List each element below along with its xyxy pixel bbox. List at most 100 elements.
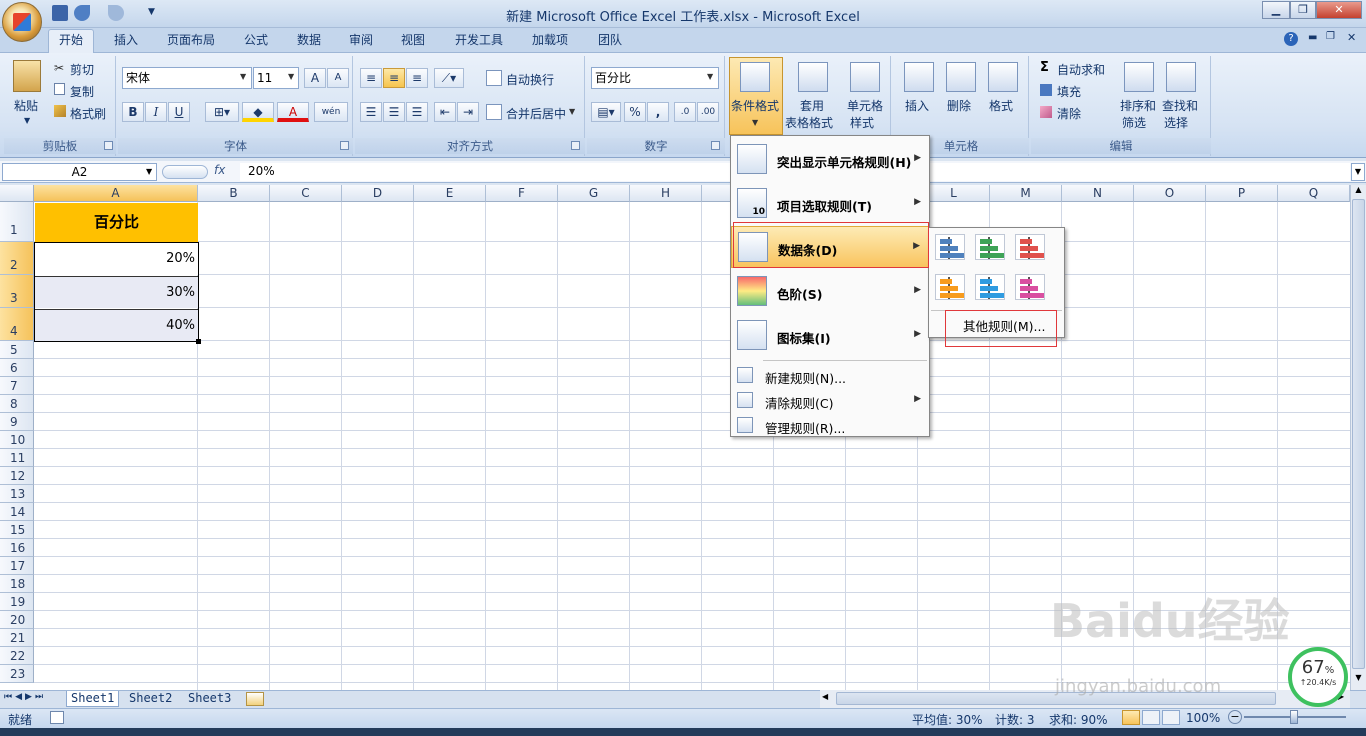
- row-header-8[interactable]: 8: [0, 395, 34, 413]
- row-header-5[interactable]: 5: [0, 341, 34, 359]
- data-bar-swatch-5[interactable]: [975, 274, 1005, 300]
- tab-developer[interactable]: 开发工具: [453, 31, 505, 51]
- sheet-tab-3[interactable]: Sheet3: [184, 691, 235, 707]
- format-as-table-label-1[interactable]: 套用: [800, 97, 824, 114]
- data-bar-swatch-2[interactable]: [975, 234, 1005, 260]
- cut-button[interactable]: 剪切: [70, 61, 94, 78]
- fill-button[interactable]: 填充: [1057, 83, 1081, 100]
- tab-view[interactable]: 视图: [399, 31, 427, 51]
- clipboard-dialog-launcher-icon[interactable]: [104, 141, 113, 150]
- comma-button[interactable]: ,: [647, 102, 669, 122]
- clear-button[interactable]: 清除: [1057, 105, 1081, 122]
- column-header-a[interactable]: A: [34, 185, 198, 202]
- row-header-7[interactable]: 7: [0, 377, 34, 395]
- scroll-left-icon[interactable]: ◀: [822, 692, 828, 701]
- formula-bar-expand-icon[interactable]: ▼: [1351, 163, 1365, 181]
- help-icon[interactable]: ?: [1284, 32, 1298, 46]
- column-header-n[interactable]: N: [1062, 185, 1134, 202]
- page-break-view-icon[interactable]: [1162, 710, 1180, 725]
- cell-a3[interactable]: 30%: [35, 276, 198, 308]
- workbook-restore-icon[interactable]: ❐: [1326, 31, 1335, 42]
- tab-addins[interactable]: 加载项: [530, 31, 570, 51]
- row-header-1[interactable]: 1: [0, 202, 34, 242]
- close-button[interactable]: ✕: [1316, 1, 1362, 19]
- tab-team[interactable]: 团队: [596, 31, 624, 51]
- row-header-3[interactable]: 3: [0, 275, 34, 308]
- copy-button[interactable]: 复制: [70, 83, 94, 100]
- column-header-e[interactable]: E: [414, 185, 486, 202]
- select-all-corner[interactable]: [0, 185, 34, 202]
- cell-styles-label-1[interactable]: 单元格: [847, 97, 883, 114]
- font-name-select[interactable]: 宋体: [122, 67, 252, 89]
- delete-cells-button[interactable]: 删除: [947, 97, 971, 114]
- macro-record-icon[interactable]: [50, 711, 64, 724]
- cell-a4[interactable]: 40%: [35, 309, 198, 341]
- ribbon-minimize-icon[interactable]: ▬: [1308, 32, 1317, 43]
- row-header-13[interactable]: 13: [0, 485, 34, 503]
- zoom-slider-thumb[interactable]: [1290, 710, 1298, 724]
- row-header-17[interactable]: 17: [0, 557, 34, 575]
- menu-clear-rules[interactable]: 清除规则(C) ▶: [731, 389, 929, 411]
- row-header-9[interactable]: 9: [0, 413, 34, 431]
- underline-button[interactable]: U: [168, 102, 190, 122]
- formula-expand-icon[interactable]: [162, 165, 208, 179]
- row-header-18[interactable]: 18: [0, 575, 34, 593]
- data-bar-swatch-3[interactable]: [1015, 234, 1045, 260]
- percent-button[interactable]: %: [624, 102, 646, 122]
- row-header-14[interactable]: 14: [0, 503, 34, 521]
- number-format-dropdown-icon[interactable]: ▼: [707, 72, 713, 81]
- tab-formulas[interactable]: 公式: [242, 31, 270, 51]
- insert-sheet-icon[interactable]: [246, 692, 264, 706]
- restore-button[interactable]: ❐: [1290, 1, 1316, 19]
- minimize-button[interactable]: ▁: [1262, 1, 1290, 19]
- name-box-dropdown-icon[interactable]: ▼: [146, 167, 152, 176]
- data-bar-swatch-4[interactable]: [935, 274, 965, 300]
- bold-button[interactable]: B: [122, 102, 144, 122]
- column-header-q[interactable]: Q: [1278, 185, 1350, 202]
- column-header-g[interactable]: G: [558, 185, 630, 202]
- sort-filter-label-1[interactable]: 排序和: [1120, 97, 1156, 114]
- menu-highlight-rules[interactable]: 突出显示单元格规则(H) ▶: [731, 138, 929, 180]
- italic-button[interactable]: I: [145, 102, 167, 122]
- sheet-nav-icons[interactable]: ⏮◀▶⏭: [4, 692, 46, 702]
- row-header-11[interactable]: 11: [0, 449, 34, 467]
- row-header-20[interactable]: 20: [0, 611, 34, 629]
- menu-new-rule[interactable]: 新建规则(N)...: [731, 364, 929, 386]
- paste-dropdown-icon[interactable]: ▼: [24, 116, 30, 125]
- menu-icon-sets[interactable]: 图标集(I) ▶: [731, 314, 929, 356]
- zoom-out-icon[interactable]: −: [1228, 710, 1242, 724]
- tab-insert[interactable]: 插入: [112, 31, 140, 51]
- paste-button[interactable]: 粘贴: [14, 97, 38, 114]
- cell-styles-label-2[interactable]: 样式: [850, 114, 874, 131]
- wrap-text-button[interactable]: 自动换行: [506, 71, 554, 88]
- column-header-p[interactable]: P: [1206, 185, 1278, 202]
- normal-view-icon[interactable]: [1122, 710, 1140, 725]
- column-header-m[interactable]: M: [990, 185, 1062, 202]
- column-header-h[interactable]: H: [630, 185, 702, 202]
- tab-home[interactable]: 开始: [48, 29, 94, 53]
- format-cells-button[interactable]: 格式: [989, 97, 1013, 114]
- row-header-10[interactable]: 10: [0, 431, 34, 449]
- paste-icon[interactable]: [13, 60, 41, 92]
- grow-font-button[interactable]: A: [304, 68, 326, 88]
- row-header-2[interactable]: 2: [0, 242, 34, 275]
- sheet-tab-2[interactable]: Sheet2: [125, 691, 176, 707]
- format-as-table-label-2[interactable]: 表格格式: [785, 114, 833, 131]
- scroll-up-icon[interactable]: ▲: [1352, 185, 1365, 199]
- border-button[interactable]: ⊞▾: [205, 102, 239, 122]
- decrease-decimal-button[interactable]: .00: [697, 102, 719, 122]
- cell-a2[interactable]: 20%: [35, 243, 198, 275]
- vertical-scrollbar[interactable]: ▲ ▼: [1350, 185, 1366, 690]
- autosum-button[interactable]: 自动求和: [1057, 61, 1105, 78]
- fill-handle[interactable]: [196, 339, 201, 344]
- office-button[interactable]: [2, 2, 42, 42]
- column-header-o[interactable]: O: [1134, 185, 1206, 202]
- column-header-d[interactable]: D: [342, 185, 414, 202]
- align-top-button[interactable]: ≡: [360, 68, 382, 88]
- tab-page-layout[interactable]: 页面布局: [165, 31, 217, 51]
- align-middle-button[interactable]: ≡: [383, 68, 405, 88]
- format-painter-button[interactable]: 格式刷: [70, 105, 106, 122]
- row-header-4[interactable]: 4: [0, 308, 34, 341]
- merge-center-button[interactable]: 合并后居中: [506, 105, 566, 122]
- data-bar-swatch-1[interactable]: [935, 234, 965, 260]
